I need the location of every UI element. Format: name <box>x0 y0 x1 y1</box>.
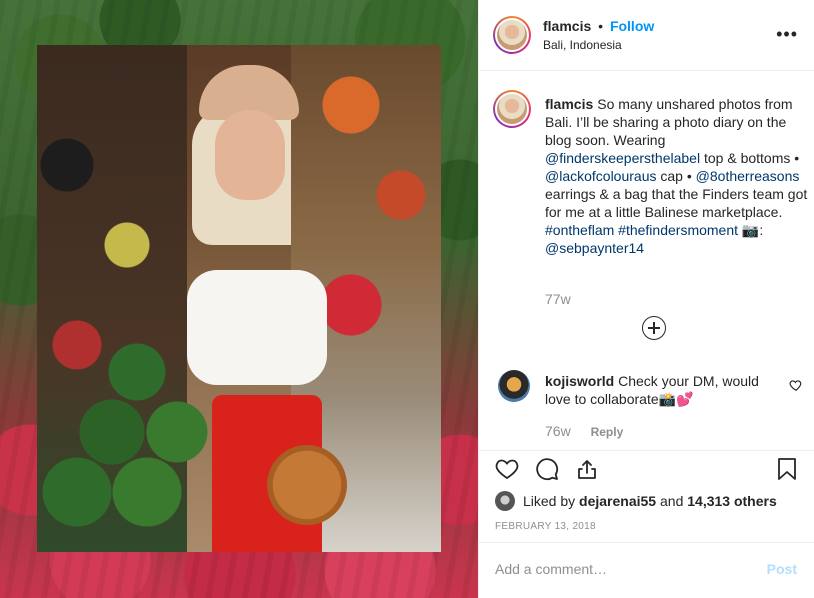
post-actions: Liked by dejarenai55 and 14,313 others F… <box>479 450 814 542</box>
mention-link[interactable]: @sebpaynter14 <box>545 240 644 256</box>
follow-button[interactable]: Follow <box>610 18 654 34</box>
caption-username[interactable]: flamcis <box>545 96 593 112</box>
mention-link[interactable]: @8otherreasons <box>696 168 800 184</box>
post-date[interactable]: FEBRUARY 13, 2018 <box>495 521 596 532</box>
commenter-username[interactable]: kojisworld <box>545 373 614 389</box>
author-avatar[interactable] <box>493 16 531 54</box>
heart-icon[interactable] <box>495 457 519 481</box>
caption-timestamp[interactable]: 77w <box>545 291 571 307</box>
woman-figure <box>187 65 347 552</box>
author-username[interactable]: flamcis <box>543 18 591 34</box>
post-header: flamcis • Follow Bali, Indonesia ••• <box>479 0 814 71</box>
comment-text: kojisworld Check your DM, would love to … <box>545 373 759 407</box>
reply-button[interactable]: Reply <box>591 425 624 439</box>
hashtag-link[interactable]: #thefindersmoment <box>618 222 738 238</box>
separator-dot: • <box>598 18 604 34</box>
comment-composer: Post <box>479 542 814 598</box>
add-comment-input[interactable] <box>495 561 745 577</box>
post-side-panel: flamcis • Follow Bali, Indonesia ••• fla… <box>478 0 814 598</box>
comments-area[interactable]: flamcis So many unshared photos from Bali… <box>479 72 814 450</box>
white-top <box>187 270 327 385</box>
hashtag-link[interactable]: #ontheflam <box>545 222 614 238</box>
caption-avatar[interactable] <box>493 90 531 128</box>
load-more-comments-icon[interactable] <box>642 316 666 340</box>
comment-like-icon[interactable] <box>789 378 803 392</box>
comment-bubble-icon[interactable] <box>535 457 559 481</box>
mention-link[interactable]: @finderskeepersthelabel <box>545 150 700 166</box>
likes-count-link[interactable]: 14,313 others <box>687 493 777 509</box>
liker-username[interactable]: dejarenai55 <box>579 493 656 509</box>
bookmark-icon[interactable] <box>775 457 799 481</box>
liker-avatar <box>495 491 515 511</box>
post-photo-backdrop <box>0 0 478 598</box>
comment-timestamp[interactable]: 76w <box>545 423 571 439</box>
more-options-icon[interactable]: ••• <box>776 25 798 43</box>
post-comment-button[interactable]: Post <box>767 561 797 577</box>
location-link[interactable]: Bali, Indonesia <box>543 38 622 52</box>
rattan-bag <box>267 445 347 525</box>
share-icon[interactable] <box>575 457 599 481</box>
commenter-avatar[interactable] <box>498 370 530 402</box>
caption-text: flamcis So many unshared photos from Bali… <box>545 96 808 256</box>
face <box>215 110 285 200</box>
post-photo[interactable] <box>37 45 441 552</box>
mention-link[interactable]: @lackofcolouraus <box>545 168 657 184</box>
likes-summary: Liked by dejarenai55 and 14,313 others <box>495 491 777 511</box>
